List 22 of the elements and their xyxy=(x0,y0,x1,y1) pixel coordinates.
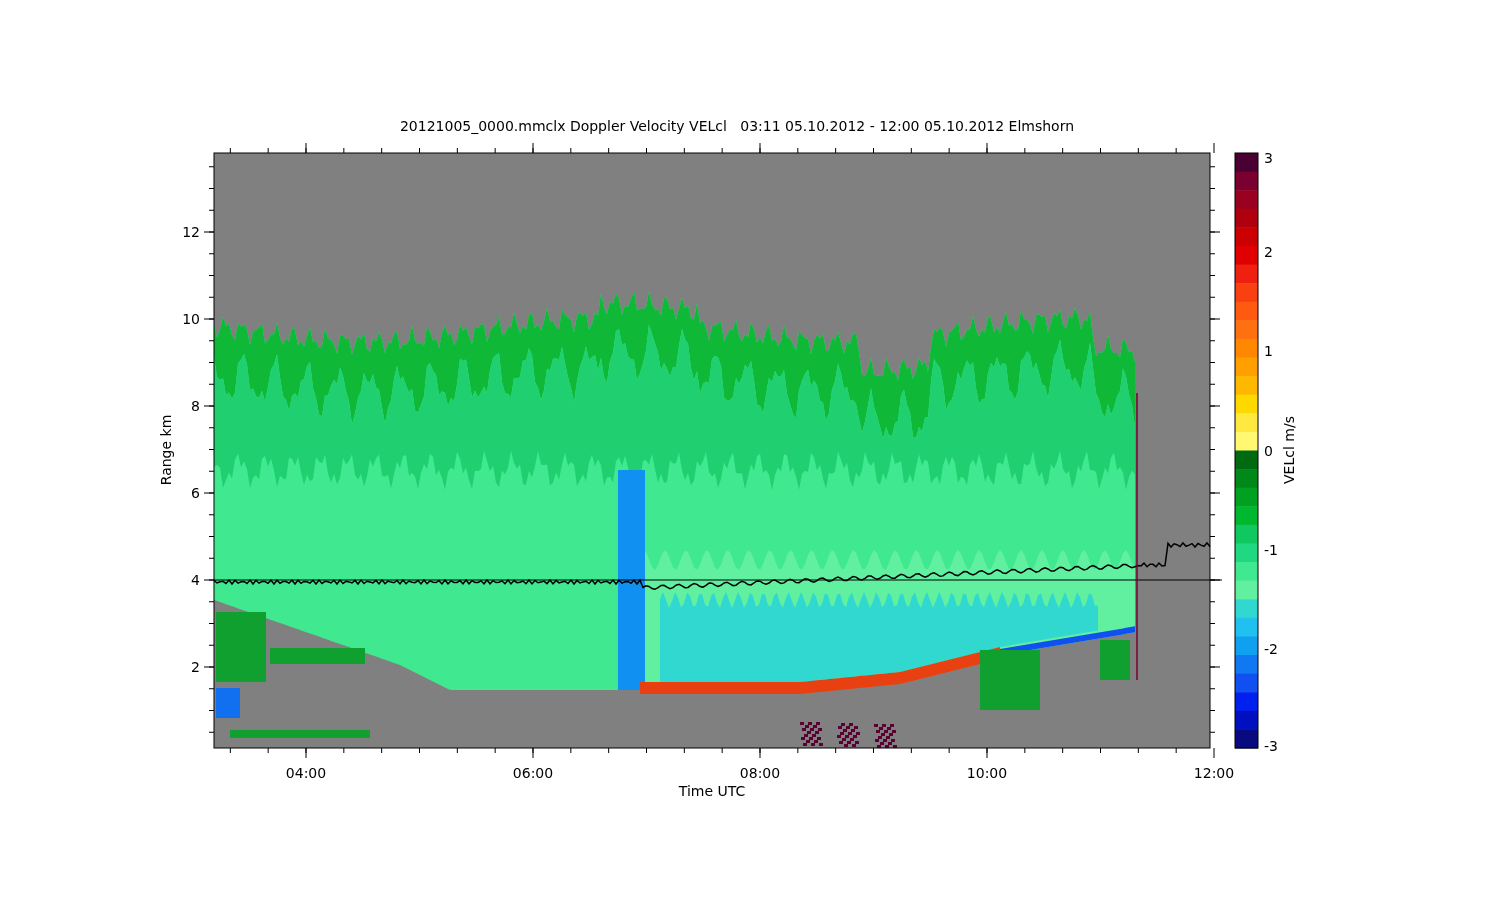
colorbar-label: VELcl m/s xyxy=(1281,416,1297,484)
colorbar-tick-label: -3 xyxy=(1264,738,1278,754)
colorbar-tick-label: 0 xyxy=(1264,442,1273,459)
y-tick-label: 8 xyxy=(191,398,200,414)
y-tick-label: 4 xyxy=(191,572,200,588)
chart-title: 20121005_0000.mmclx Doppler Velocity VELcl 03:11 05.10.2012 - 12:00 05.10.2012 Elmshorn xyxy=(399,118,1075,134)
x-tick-label: 06:00 xyxy=(512,765,554,781)
x-axis-label: Time UTC xyxy=(678,783,746,799)
colorbar-tick-label: 3 xyxy=(1264,150,1273,166)
y-tick-label: 2 xyxy=(191,659,200,675)
y-tick-label: 6 xyxy=(191,485,200,501)
x-tick-label: 12:00 xyxy=(1193,765,1235,781)
colorbar-tick-label: 1 xyxy=(1264,343,1273,360)
x-tick-label: 10:00 xyxy=(966,765,1008,781)
colorbar-tick-label: -1 xyxy=(1264,541,1278,558)
colorbar-tick-label: 2 xyxy=(1264,244,1273,261)
y-tick-label: 10 xyxy=(182,311,200,327)
x-tick-label: 04:00 xyxy=(285,765,327,781)
x-tick-label: 08:00 xyxy=(739,765,781,781)
colorbar-tick-label: -2 xyxy=(1264,640,1278,657)
y-axis-label: Range km xyxy=(158,414,174,486)
y-tick-label: 12 xyxy=(182,224,200,240)
